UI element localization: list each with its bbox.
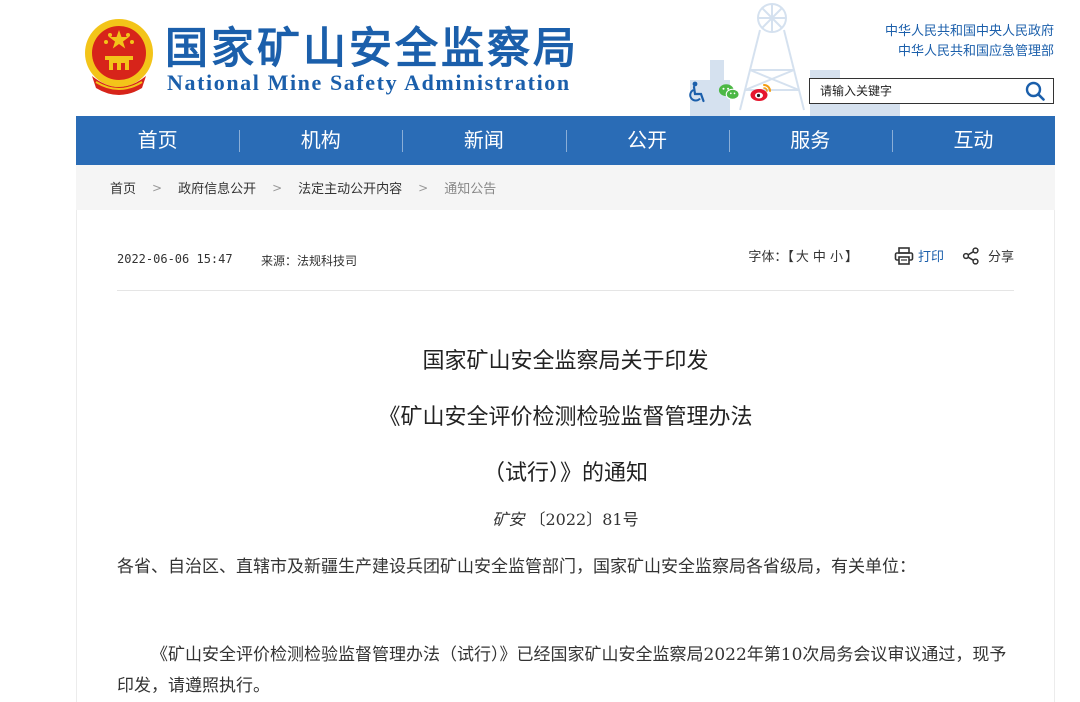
paragraph-body: 《矿山安全评价检测检验监督管理办法（试行）》已经国家矿山安全监察局2022年第1… [117, 645, 1007, 696]
search-box [809, 78, 1054, 104]
link-emergency-ministry[interactable]: 中华人民共和国应急管理部 [885, 42, 1054, 62]
font-size-close: 】 [844, 250, 858, 265]
nav-organization[interactable]: 机构 [239, 116, 402, 165]
share-label: 分享 [987, 250, 1014, 265]
nav-interaction[interactable]: 互动 [891, 116, 1055, 165]
document-number: 矿安 〔2022〕81号 [77, 506, 1054, 530]
publish-date: 2022-06-06 15:47 [117, 252, 233, 266]
nav-services[interactable]: 服务 [728, 116, 892, 165]
breadcrumb-statutory[interactable]: 法定主动公开内容 [298, 178, 402, 197]
tool-icons [686, 79, 772, 105]
document-title-line: （试行）》的通知 [482, 461, 648, 486]
gov-links: 中华人民共和国中央人民政府 中华人民共和国应急管理部 [885, 22, 1054, 62]
share-button[interactable]: 分享 [962, 246, 1014, 265]
site-header: 国家矿山安全监察局 National Mine Safety Administr… [0, 0, 1080, 116]
font-size-large[interactable]: 大 [796, 246, 809, 265]
article-meta: 2022-06-06 15:47 来源：法规科技司 字体：【 大 中 小 】 打… [117, 210, 1014, 291]
print-label: 打印 [917, 250, 944, 265]
document-title: 国家矿山安全监察局关于印发 《矿山安全评价检测检验监督管理办法 （试行）》的通知 [77, 334, 1054, 502]
article: 2022-06-06 15:47 来源：法规科技司 字体：【 大 中 小 】 打… [76, 210, 1055, 702]
search-button[interactable] [1021, 80, 1049, 102]
national-emblem-icon [85, 19, 153, 95]
breadcrumb-separator: > [272, 180, 283, 195]
search-input[interactable] [810, 79, 1015, 103]
share-icon [962, 246, 979, 265]
paragraph-addressees: 各省、自治区、直辖市及新疆生产建设兵团矿山安全监管部门，国家矿山安全监察局各省级… [117, 557, 916, 577]
document-number-value: 〔2022〕81号 [529, 510, 639, 529]
breadcrumb-bar: 首页 > 政府信息公开 > 法定主动公开内容 > 通知公告 [76, 165, 1055, 210]
breadcrumb-separator: > [418, 180, 429, 195]
font-size-small[interactable]: 小 [830, 246, 843, 265]
weibo-icon[interactable] [750, 81, 772, 103]
nav-news[interactable]: 新闻 [402, 116, 565, 165]
site-title-cn: 国家矿山安全监察局 [165, 24, 579, 74]
nav-disclosure[interactable]: 公开 [565, 116, 729, 165]
breadcrumb-separator: > [152, 180, 163, 195]
font-size-medium[interactable]: 中 [813, 246, 826, 265]
document-title-line: 国家矿山安全监察局关于印发 [422, 349, 709, 374]
document-title-line: 《矿山安全评价检测检验监督管理办法 [378, 405, 753, 430]
document-number-prefix: 矿安 [492, 510, 525, 529]
main-nav: 首页 机构 新闻 公开 服务 互动 [76, 116, 1055, 165]
article-source: 来源：法规科技司 [261, 254, 358, 268]
breadcrumb: 首页 > 政府信息公开 > 法定主动公开内容 > 通知公告 [76, 165, 1055, 210]
breadcrumb-home[interactable]: 首页 [110, 178, 136, 197]
print-button[interactable]: 打印 [894, 246, 944, 265]
search-icon [1025, 81, 1045, 101]
site-title-en: National Mine Safety Administration [167, 70, 571, 95]
printer-icon [894, 246, 914, 265]
breadcrumb-current: 通知公告 [444, 182, 497, 197]
accessibility-icon[interactable] [686, 81, 708, 103]
font-size-label: 字体：【 [748, 250, 794, 265]
link-central-government[interactable]: 中华人民共和国中央人民政府 [885, 22, 1054, 42]
wechat-icon[interactable] [718, 81, 740, 103]
breadcrumb-gov-info[interactable]: 政府信息公开 [178, 178, 256, 197]
nav-home[interactable]: 首页 [76, 116, 239, 165]
article-tools: 字体：【 大 中 小 】 打印 分享 [748, 246, 1014, 265]
